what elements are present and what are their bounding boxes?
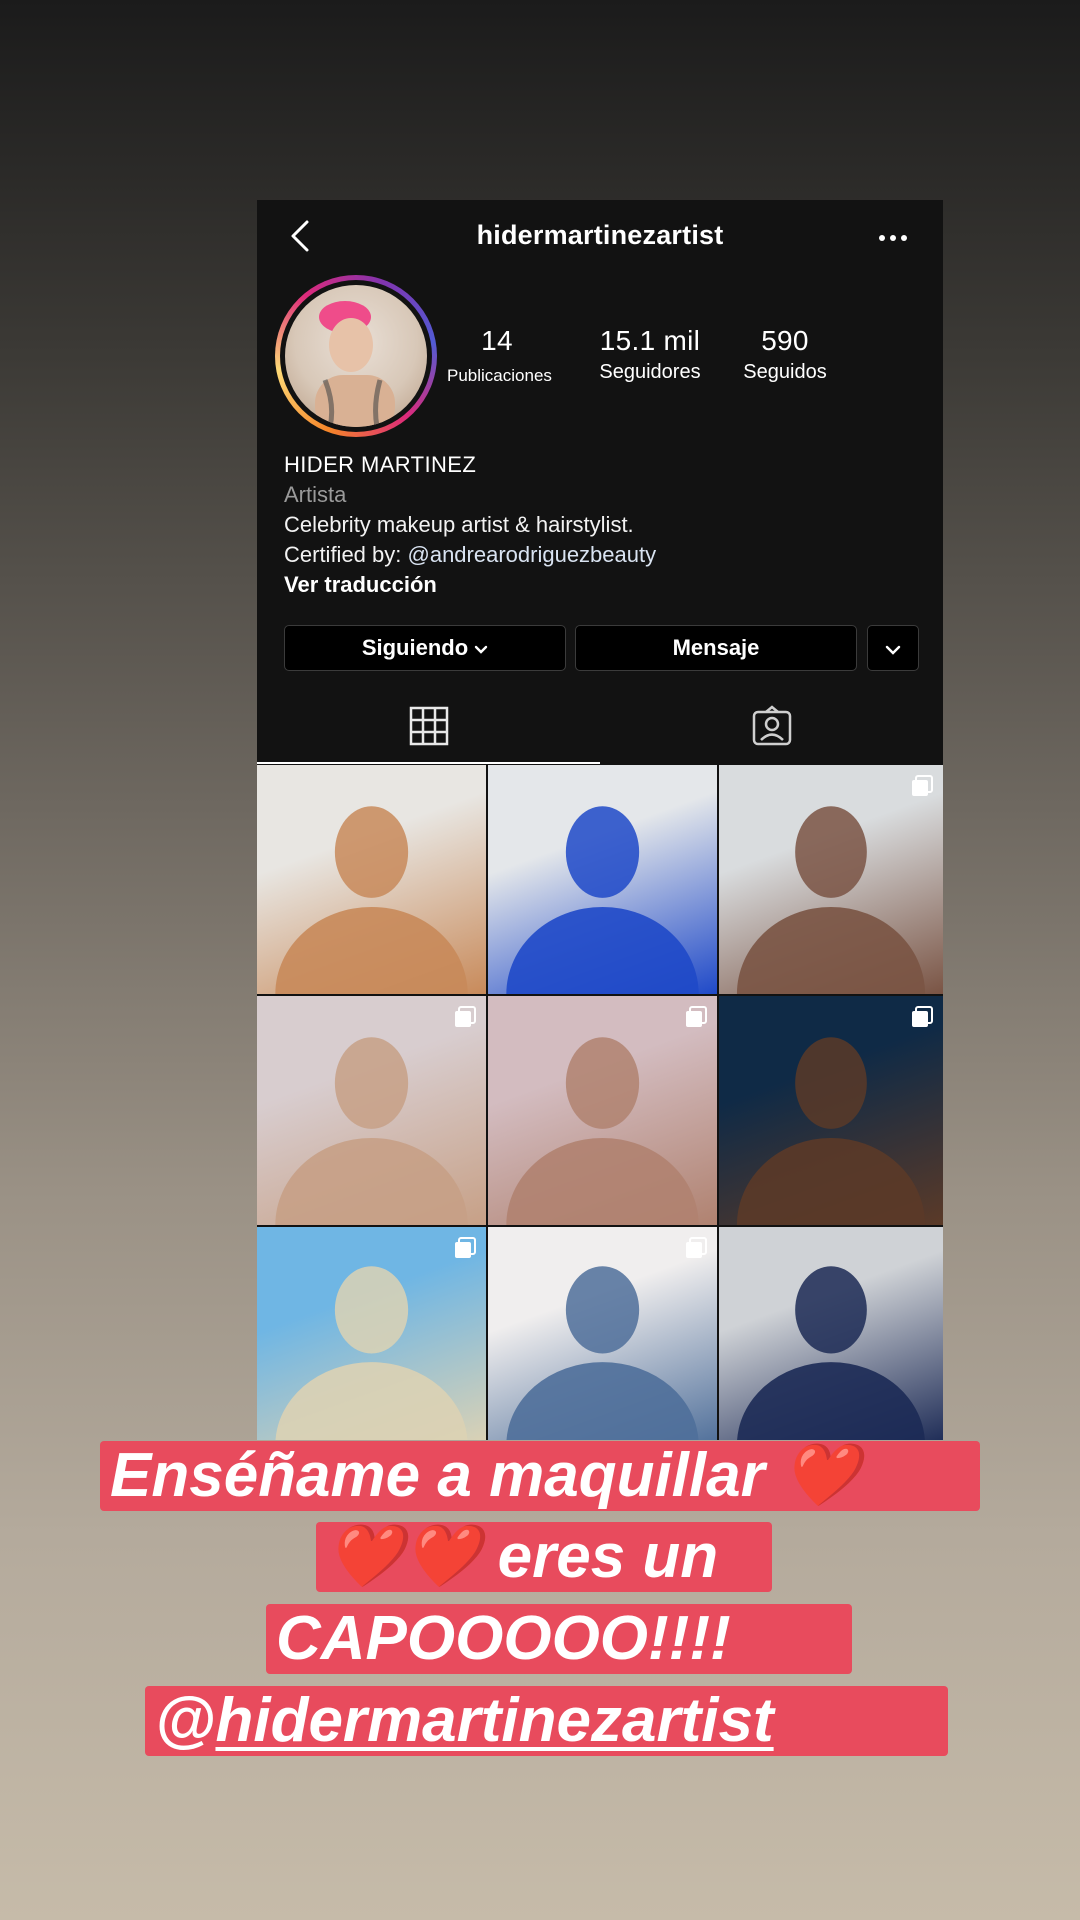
caption-line-2: ❤️❤️ eres un: [316, 1522, 772, 1592]
stat-posts-label: Publicaciones: [447, 366, 552, 385]
translate-link[interactable]: Ver traducción: [284, 570, 924, 600]
caption-line-4: @hidermartinezartist: [145, 1686, 948, 1756]
post-photo: [737, 1266, 925, 1440]
post-photo: [506, 1037, 699, 1225]
bio-mention-link[interactable]: @andrearodriguezbeauty: [408, 542, 657, 567]
tab-tagged[interactable]: [600, 688, 943, 764]
multiple-photos-icon: [454, 1237, 476, 1259]
multiple-photos-icon: [911, 775, 933, 797]
post-thumbnail[interactable]: [719, 1227, 943, 1440]
tab-posts-grid[interactable]: [257, 688, 600, 764]
caption-mention-handle[interactable]: hidermartinezartist: [215, 1686, 773, 1755]
back-chevron-icon[interactable]: [283, 216, 319, 256]
chevron-down-icon: [885, 635, 901, 661]
post-thumbnail[interactable]: [488, 996, 717, 1225]
following-button-label: Siguiendo: [361, 635, 469, 660]
tagged-icon: [752, 705, 791, 746]
caption-line-1: Enséñame a maquillar ❤️: [100, 1441, 980, 1511]
stat-followers-value: 15.1 mil: [599, 325, 701, 356]
multiple-photos-icon: [454, 1006, 476, 1028]
grid-icon: [409, 706, 448, 746]
stat-posts-value: 14: [481, 325, 513, 356]
chevron-down-icon: [474, 635, 488, 661]
post-thumbnail[interactable]: [257, 1227, 486, 1440]
post-photo: [506, 806, 699, 994]
caption-at-symbol: @: [155, 1686, 216, 1755]
profile-bio: HIDER MARTINEZ Artista Celebrity makeup …: [284, 450, 924, 600]
message-button[interactable]: Mensaje: [575, 625, 857, 671]
post-photo: [736, 806, 926, 994]
post-thumbnail[interactable]: [719, 996, 943, 1225]
bio-line-1: Celebrity makeup artist & hairstylist.: [284, 512, 634, 537]
profile-tabs: [257, 688, 943, 764]
stat-followers-label: Seguidores: [599, 361, 701, 383]
stat-followers[interactable]: 15.1 mil Seguidores: [589, 325, 711, 384]
suggestions-dropdown-button[interactable]: [867, 625, 919, 671]
story-ring[interactable]: [275, 275, 437, 437]
active-tab-indicator: [257, 762, 600, 764]
post-photo: [275, 1037, 468, 1225]
profile-category: Artista: [284, 482, 347, 507]
stat-following[interactable]: 590 Seguidos: [729, 325, 841, 384]
avatar: [285, 285, 427, 427]
following-button[interactable]: Siguiendo: [284, 625, 566, 671]
message-button-label: Mensaje: [672, 635, 760, 660]
post-thumbnail[interactable]: [488, 765, 717, 994]
bio-line-2: Certified by: @andrearodriguezbeauty: [284, 540, 924, 570]
profile-name: HIDER MARTINEZ: [284, 452, 477, 477]
post-photo: [736, 1037, 926, 1225]
multiple-photos-icon: [685, 1006, 707, 1028]
post-photo: [506, 1266, 699, 1440]
post-photo: [275, 806, 468, 994]
posts-grid: [257, 765, 943, 1440]
post-thumbnail[interactable]: [257, 765, 486, 994]
post-thumbnail[interactable]: [719, 765, 943, 994]
instagram-profile-screenshot: hidermartinezartist 14 Publicaciones 15.…: [257, 200, 943, 1440]
stat-posts[interactable]: 14 Publicaciones: [447, 325, 552, 386]
profile-username: hidermartinezartist: [476, 220, 724, 250]
multiple-photos-icon: [685, 1237, 707, 1259]
top-nav-bar: hidermartinezartist: [257, 200, 943, 275]
stat-following-label: Seguidos: [743, 361, 827, 383]
post-thumbnail[interactable]: [257, 996, 486, 1225]
caption-line-3: CAPOOOOO!!!!: [266, 1604, 852, 1674]
stat-following-value: 590: [761, 325, 809, 356]
post-photo: [275, 1266, 468, 1440]
bio-certified-prefix: Certified by:: [284, 542, 408, 567]
multiple-photos-icon: [911, 1006, 933, 1028]
more-options-icon[interactable]: [873, 220, 913, 254]
post-thumbnail[interactable]: [488, 1227, 717, 1440]
